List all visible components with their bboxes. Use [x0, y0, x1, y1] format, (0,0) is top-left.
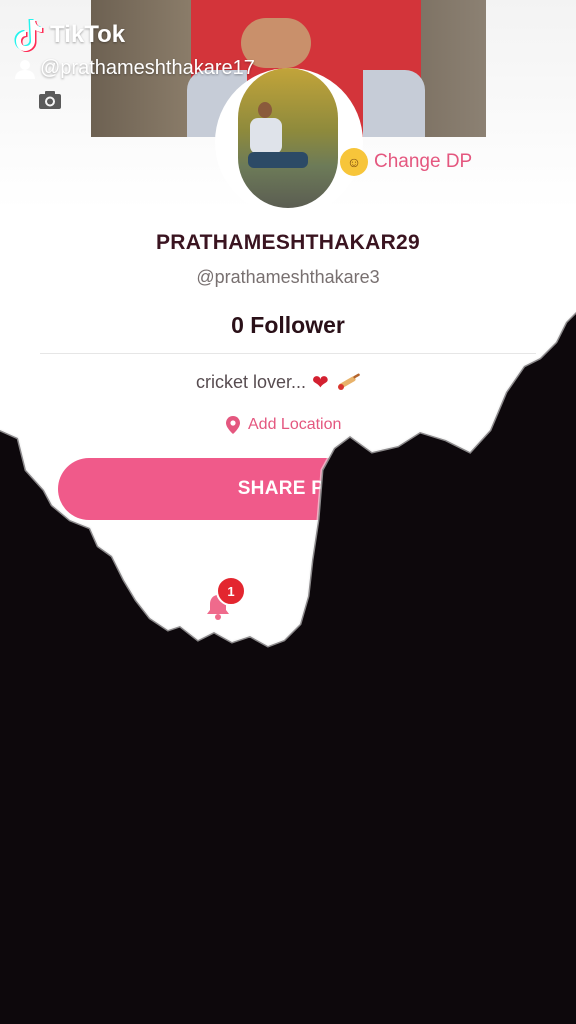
user-icon	[15, 59, 35, 79]
watermark-handle: @prathameshthakare17	[40, 57, 255, 79]
tiktok-note-icon	[14, 19, 44, 52]
tiktok-logo-text: TikTok	[50, 21, 126, 48]
torn-paper-overlay	[0, 310, 576, 1024]
tiktok-watermark: TikTok	[14, 18, 125, 52]
watermark-user: @prathameshthakare17	[14, 57, 255, 80]
